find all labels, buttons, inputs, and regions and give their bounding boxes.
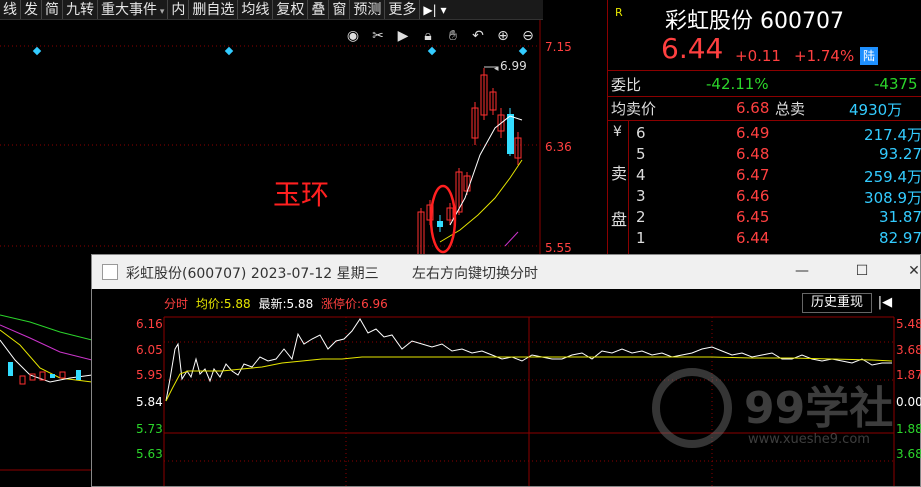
kline-chart[interactable]: ◂ xyxy=(0,20,607,260)
quote-panel: R 彩虹股份 600707 6.44 +0.11 +1.74% 陆 委比 -42… xyxy=(607,0,921,260)
ask-price: 6.49 xyxy=(736,124,770,142)
zoom-in-icon[interactable]: ⊕ xyxy=(492,26,514,46)
price-scale-1: 7.15 xyxy=(545,40,572,54)
undo-icon[interactable]: ↶ xyxy=(467,26,489,46)
toolbar-button-1[interactable]: 发 xyxy=(21,0,42,19)
ask-price: 6.44 xyxy=(736,229,770,247)
sell-side-label: 卖 xyxy=(611,164,628,183)
toolbar-button-7[interactable]: 均线 xyxy=(238,0,274,19)
right-pct-tick: 3.68% xyxy=(896,343,921,357)
toolbar-button-12[interactable]: 更多 xyxy=(385,0,421,19)
toolbar-button-0[interactable]: 线 xyxy=(0,0,21,19)
watermark-logo-icon xyxy=(652,368,732,448)
ma-line-magenta xyxy=(504,231,519,247)
price-change: +0.11 xyxy=(735,47,781,65)
eye-icon[interactable]: ◉ xyxy=(342,26,364,46)
toolbar-button-3[interactable]: 九转 xyxy=(63,0,98,19)
ask-volume: 93.27 xyxy=(879,145,921,163)
ask-price: 6.47 xyxy=(736,166,770,184)
maximize-button[interactable]: ☐ xyxy=(852,261,872,281)
stock-name-code: 彩虹股份 600707 xyxy=(665,9,844,34)
zoom-out-icon[interactable]: ⊖ xyxy=(517,26,539,46)
watermark: 99学社 www.xueshe9.com xyxy=(652,362,917,474)
toolbar-button-11[interactable]: 预测 xyxy=(350,0,386,19)
toolbar-more-arrow-icon[interactable]: ▶| ▾ xyxy=(420,0,449,19)
high-price-label: 6.99 xyxy=(500,59,527,73)
price-change-pct: +1.74% xyxy=(794,47,855,65)
hand-icon[interactable]: ✋︎ xyxy=(442,26,464,46)
popup-title: 彩虹股份(600707) 2023-07-12 星期三 xyxy=(126,266,379,282)
right-pct-tick: 5.48% xyxy=(896,317,921,331)
current-price: 6.44 xyxy=(661,32,724,65)
total-sell-value: 4930万 xyxy=(849,101,903,119)
play-icon[interactable]: ▶ xyxy=(392,26,414,46)
avg-sell-label: 均卖价 xyxy=(611,100,657,118)
toolbar-button-2[interactable]: 简 xyxy=(42,0,63,19)
ask-volume: 259.4万 xyxy=(864,168,921,186)
toolbar-button-5[interactable]: 内 xyxy=(168,0,190,19)
svg-text:◂: ◂ xyxy=(494,64,499,74)
toolbar-button-4[interactable]: 重大事件 xyxy=(98,0,169,19)
ask-level: 4 xyxy=(636,166,646,184)
ask-price: 6.48 xyxy=(736,145,770,163)
event-diamond[interactable] xyxy=(427,46,437,56)
toolbar-button-8[interactable]: 复权 xyxy=(273,0,309,19)
annotation-text: 玉环 xyxy=(273,178,330,211)
toolbar-button-6[interactable]: 删自选 xyxy=(189,0,239,19)
ask-volume: 31.87 xyxy=(879,208,921,226)
total-sell-label: 总卖 xyxy=(775,100,806,118)
ask-volume: 82.97 xyxy=(879,229,921,247)
scissors-icon[interactable]: ✂ xyxy=(367,26,389,46)
connect-badge: 陆 xyxy=(860,47,878,65)
price-scale-3: 5.55 xyxy=(545,241,572,255)
lock-icon[interactable]: 🔒︎ xyxy=(417,26,439,46)
watermark-url: www.xueshe9.com xyxy=(748,432,870,447)
left-price-tick: 5.73 xyxy=(136,422,163,436)
popup-titlebar[interactable]: 彩虹股份(600707) 2023-07-12 星期三 左右方向键切换分时 — … xyxy=(92,255,920,289)
ask-level: 5 xyxy=(636,145,646,163)
toolbar-button-10[interactable]: 窗 xyxy=(329,0,351,19)
close-button[interactable]: ✕ xyxy=(904,261,921,281)
ask-price: 6.46 xyxy=(736,187,770,205)
ask-volume: 217.4万 xyxy=(864,126,921,144)
left-price-tick: 5.84 xyxy=(136,395,163,409)
app-icon xyxy=(102,264,118,280)
ask-level: 3 xyxy=(636,187,646,205)
avg-sell-value: 6.68 xyxy=(736,99,770,117)
weibi-label: 委比 xyxy=(611,76,642,94)
watermark-brand: 99学社 xyxy=(744,383,894,434)
chart-tool-icons: ◉ ✂ ▶ 🔒︎ ✋︎ ↶ ⊕ ⊖ xyxy=(342,26,539,46)
left-price-tick: 6.16 xyxy=(136,317,163,331)
price-scale-2: 6.36 xyxy=(545,140,572,154)
event-diamond[interactable] xyxy=(224,46,234,56)
ask-price: 6.45 xyxy=(736,208,770,226)
ask-level: 6 xyxy=(636,124,646,142)
candles xyxy=(417,68,522,260)
left-price-tick: 5.95 xyxy=(136,368,163,382)
ask-volume: 308.9万 xyxy=(864,189,921,207)
weibi-value: -42.11% xyxy=(706,75,769,93)
chart-toolbar: 线发简九转重大事件内删自选均线复权叠窗预测更多▶| ▾ xyxy=(0,0,543,20)
ask-level: 1 xyxy=(636,229,646,247)
sell-side-label-2: 盘 xyxy=(611,210,628,229)
annotation-circle xyxy=(429,184,457,254)
weibi-diff: -4375 xyxy=(874,75,918,93)
left-price-tick: 6.05 xyxy=(136,343,163,357)
mini-kline xyxy=(0,314,92,471)
event-diamond[interactable] xyxy=(32,46,42,56)
ask-level: 2 xyxy=(636,208,646,226)
popup-hint: 左右方向键切换分时 xyxy=(412,266,538,282)
toolbar-button-9[interactable]: 叠 xyxy=(308,0,330,19)
left-price-tick: 5.63 xyxy=(136,447,163,461)
minimize-button[interactable]: — xyxy=(792,261,812,281)
r-label: R xyxy=(615,6,623,19)
event-diamond[interactable] xyxy=(518,46,528,56)
currency-label: ¥ xyxy=(613,124,622,140)
